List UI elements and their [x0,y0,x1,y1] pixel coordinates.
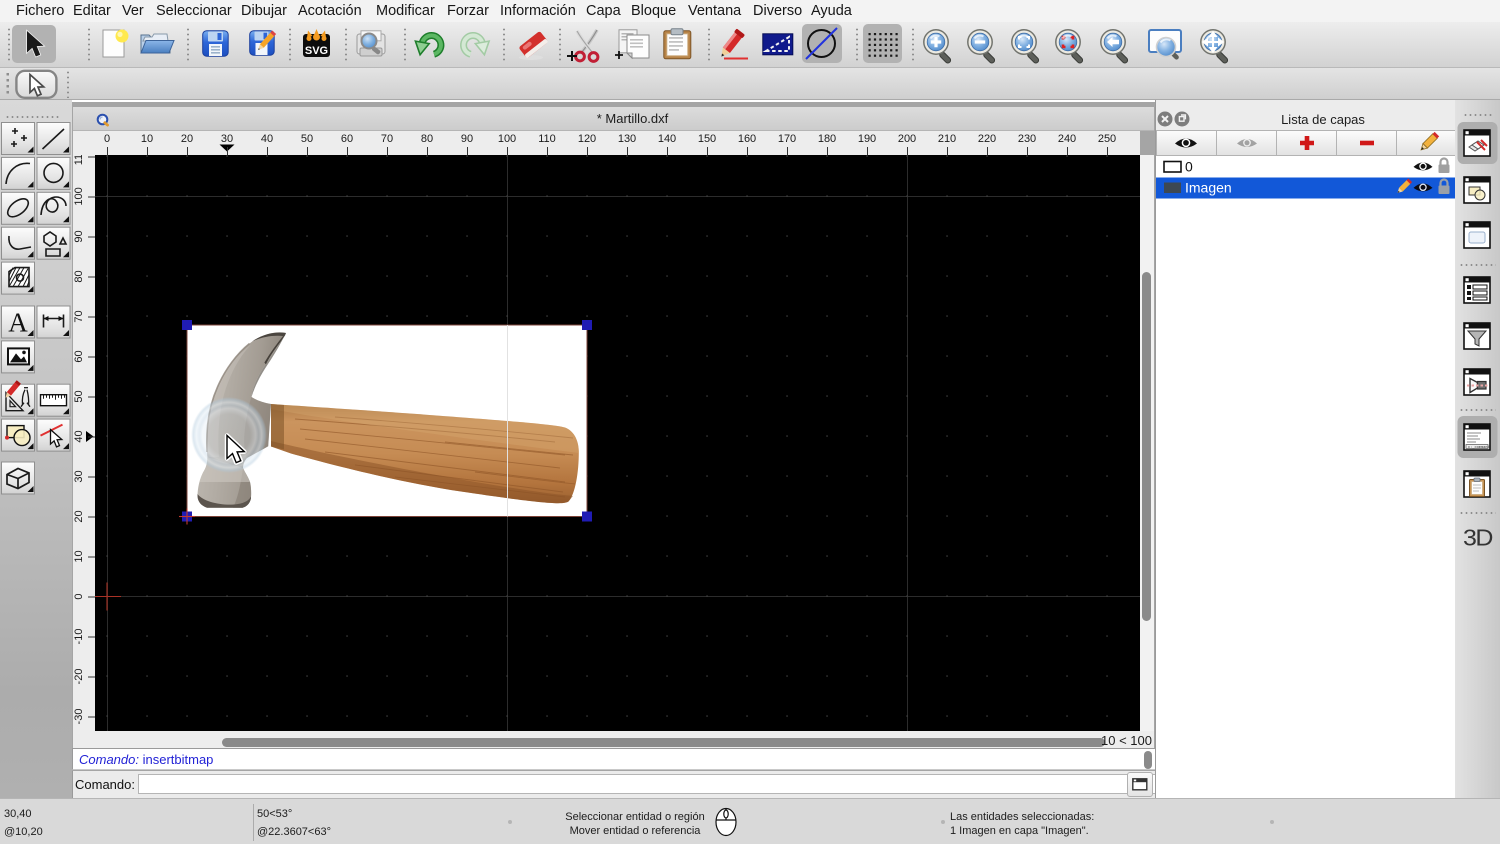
svg-text:70: 70 [73,310,85,322]
svg-text:-20: -20 [73,669,85,685]
svg-text:110: 110 [73,155,85,165]
svg-text:10: 10 [73,550,85,562]
svg-text:60: 60 [73,350,85,362]
svg-text:80: 80 [73,270,85,282]
svg-text:c:_command: c:_command [1468,445,1490,450]
svg-text:3D: 3D [1463,525,1493,551]
svg-text:0: 0 [1185,159,1193,175]
svg-text:SVG: SVG [305,45,328,57]
svg-text:0: 0 [73,593,85,599]
svg-text:30: 30 [73,470,85,482]
svg-text:40: 40 [73,430,85,442]
svg-text:A: A [8,308,28,338]
svg-text:-10: -10 [73,629,85,645]
svg-text:20: 20 [73,510,85,522]
svg-text:-30: -30 [73,709,85,725]
svg-text:100: 100 [73,187,85,205]
svg-text:90: 90 [73,230,85,242]
svg-text:Imagen: Imagen [1185,180,1232,196]
svg-text:50: 50 [73,390,85,402]
